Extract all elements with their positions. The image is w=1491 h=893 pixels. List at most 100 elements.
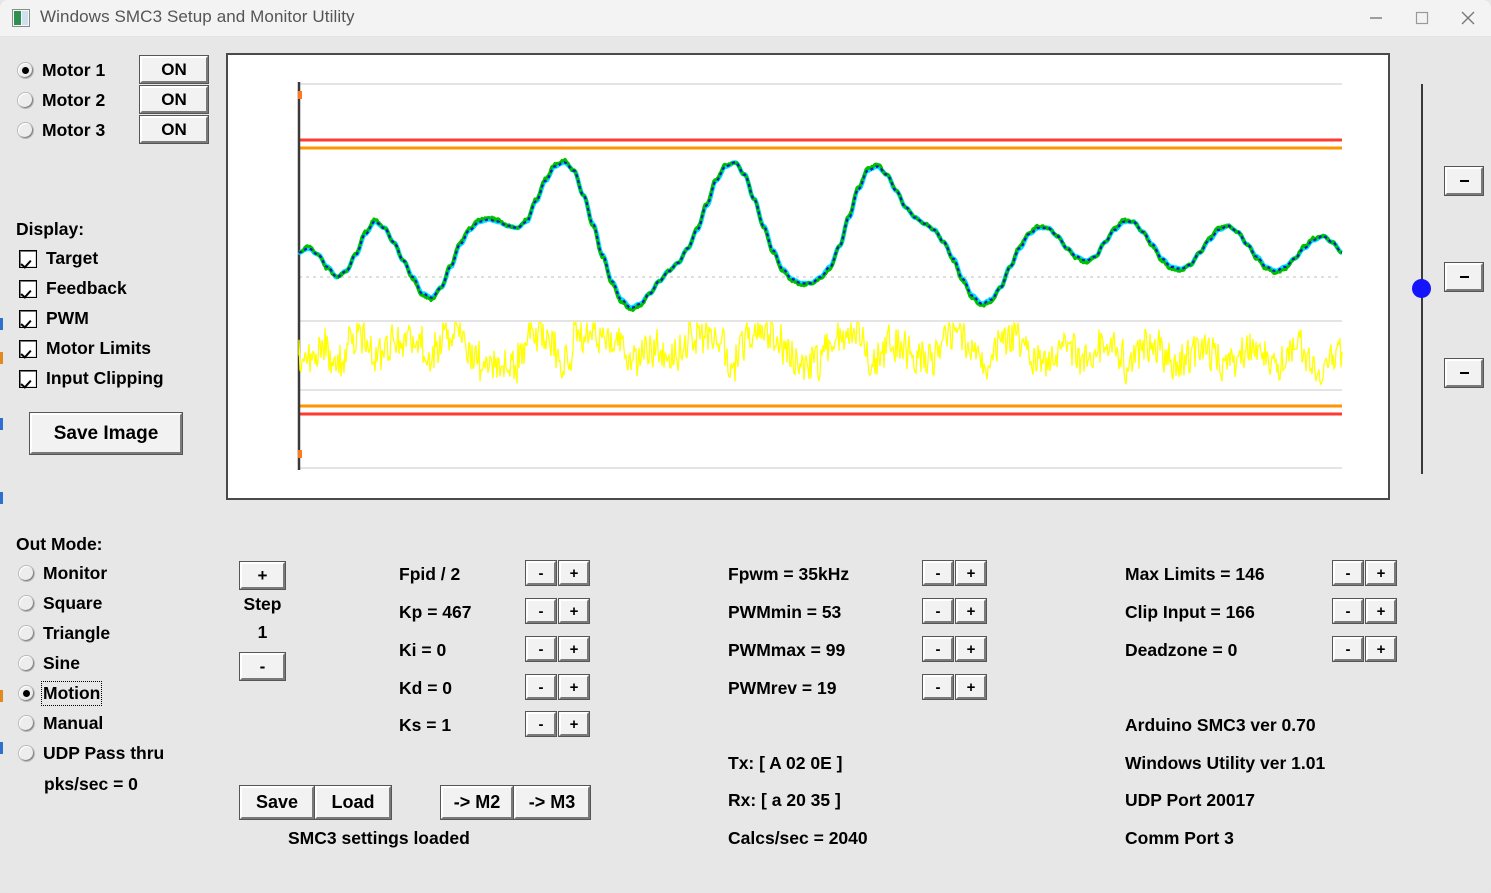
- motor1-on-button[interactable]: ON: [140, 56, 208, 83]
- limits-deadzone-minus-button[interactable]: -: [1333, 637, 1363, 661]
- out-mode-triangle[interactable]: Triangle: [19, 623, 110, 644]
- pid-fpid-plus-button[interactable]: +: [559, 561, 589, 585]
- pwm-pwmrev-plus-button[interactable]: +: [956, 675, 986, 699]
- load-button[interactable]: Load: [315, 786, 391, 819]
- limits-label-deadzone: Deadzone = 0: [1125, 640, 1237, 661]
- graph-plot: [228, 55, 1388, 498]
- motor-radio-1[interactable]: Motor 1: [18, 60, 105, 81]
- display-label-pwm: PWM: [46, 308, 89, 329]
- motor-radio-3[interactable]: Motor 3: [18, 120, 105, 141]
- pid-ki-minus-button[interactable]: -: [526, 637, 556, 661]
- app-icon: [12, 9, 30, 27]
- pid-kp-minus-button[interactable]: -: [526, 599, 556, 623]
- pid-label-fpid: Fpid / 2: [399, 564, 460, 585]
- out-mode-label-manual: Manual: [43, 713, 103, 734]
- edge-tick-blue-3: [0, 492, 3, 504]
- display-label-input-clipping: Input Clipping: [46, 368, 164, 389]
- limits-deadzone-plus-button[interactable]: +: [1366, 637, 1396, 661]
- pid-kd-plus-button[interactable]: +: [559, 675, 589, 699]
- out-mode-label-triangle: Triangle: [43, 623, 110, 644]
- pwm-fpwm-plus-button[interactable]: +: [956, 561, 986, 585]
- slider-minus-middle-button[interactable]: [1445, 263, 1483, 291]
- radio-icon: [19, 746, 34, 761]
- out-mode-udp-pass-thru[interactable]: UDP Pass thru: [19, 743, 164, 764]
- radio-icon: [19, 686, 34, 701]
- vertical-slider-thumb[interactable]: [1412, 279, 1431, 298]
- pid-label-kd: Kd = 0: [399, 678, 452, 699]
- pwm-pwmrev-minus-button[interactable]: -: [923, 675, 953, 699]
- minus-icon: [1460, 180, 1469, 182]
- checkbox-icon: [19, 340, 37, 358]
- out-mode-heading: Out Mode:: [16, 534, 103, 555]
- radio-icon: [19, 566, 34, 581]
- limits-max-minus-button[interactable]: -: [1333, 561, 1363, 585]
- pid-ki-plus-button[interactable]: +: [559, 637, 589, 661]
- motor-label-2: Motor 2: [42, 90, 105, 111]
- pwm-pwmmin-plus-button[interactable]: +: [956, 599, 986, 623]
- out-mode-motion[interactable]: Motion: [19, 683, 100, 704]
- motor-label-3: Motor 3: [42, 120, 105, 141]
- pwm-label-pwmmax: PWMmax = 99: [728, 640, 845, 661]
- limits-clip-minus-button[interactable]: -: [1333, 599, 1363, 623]
- out-mode-label-square: Square: [43, 593, 102, 614]
- radio-icon: [18, 123, 33, 138]
- pid-fpid-minus-button[interactable]: -: [526, 561, 556, 585]
- app-window: Windows SMC3 Setup and Monitor Utility M…: [0, 0, 1491, 893]
- pid-kd-minus-button[interactable]: -: [526, 675, 556, 699]
- settings-status-label: SMC3 settings loaded: [288, 828, 470, 849]
- pid-ks-plus-button[interactable]: +: [559, 712, 589, 736]
- pid-ks-minus-button[interactable]: -: [526, 712, 556, 736]
- pwm-label-pwmmin: PWMmin = 53: [728, 602, 841, 623]
- utility-version-label: Windows Utility ver 1.01: [1125, 753, 1325, 774]
- copy-to-m2-button[interactable]: -> M2: [441, 786, 513, 819]
- maximize-icon[interactable]: [1399, 0, 1445, 36]
- save-image-button[interactable]: Save Image: [30, 413, 182, 454]
- motor2-on-button[interactable]: ON: [140, 86, 208, 113]
- copy-to-m3-button[interactable]: -> M3: [514, 786, 590, 819]
- pwm-pwmmax-minus-button[interactable]: -: [923, 637, 953, 661]
- motor-radio-2[interactable]: Motor 2: [18, 90, 105, 111]
- display-check-feedback[interactable]: Feedback: [19, 278, 127, 299]
- display-check-input-clipping[interactable]: Input Clipping: [19, 368, 164, 389]
- out-mode-label-udp: UDP Pass thru: [43, 743, 164, 764]
- edge-tick-orange-2: [0, 690, 3, 702]
- step-plus-button[interactable]: +: [240, 562, 285, 589]
- slider-minus-bottom-button[interactable]: [1445, 359, 1483, 387]
- pwm-fpwm-minus-button[interactable]: -: [923, 561, 953, 585]
- out-mode-square[interactable]: Square: [19, 593, 102, 614]
- tx-label: Tx: [ A 02 0E ]: [728, 753, 842, 774]
- display-check-target[interactable]: Target: [19, 248, 98, 269]
- out-mode-label-motion: Motion: [43, 683, 100, 704]
- pwm-pwmmin-minus-button[interactable]: -: [923, 599, 953, 623]
- pid-kp-plus-button[interactable]: +: [559, 599, 589, 623]
- pwm-pwmmax-plus-button[interactable]: +: [956, 637, 986, 661]
- display-label-feedback: Feedback: [46, 278, 127, 299]
- step-minus-button[interactable]: -: [240, 653, 285, 680]
- close-icon[interactable]: [1445, 0, 1491, 36]
- display-check-motor-limits[interactable]: Motor Limits: [19, 338, 151, 359]
- motor-label-1: Motor 1: [42, 60, 105, 81]
- out-mode-monitor[interactable]: Monitor: [19, 563, 107, 584]
- calcs-per-sec-label: Calcs/sec = 2040: [728, 828, 868, 849]
- slider-minus-top-button[interactable]: [1445, 167, 1483, 195]
- limits-max-plus-button[interactable]: +: [1366, 561, 1396, 585]
- window-title: Windows SMC3 Setup and Monitor Utility: [40, 7, 355, 27]
- minimize-icon[interactable]: [1353, 0, 1399, 36]
- radio-icon: [18, 93, 33, 108]
- display-check-pwm[interactable]: PWM: [19, 308, 89, 329]
- graph-panel[interactable]: [226, 53, 1390, 500]
- save-button[interactable]: Save: [240, 786, 314, 819]
- limits-clip-plus-button[interactable]: +: [1366, 599, 1396, 623]
- edge-tick-orange-1: [0, 352, 3, 364]
- title-bar: Windows SMC3 Setup and Monitor Utility: [0, 0, 1491, 37]
- radio-icon: [19, 716, 34, 731]
- limits-label-clip: Clip Input = 166: [1125, 602, 1255, 623]
- pid-label-ki: Ki = 0: [399, 640, 446, 661]
- limits-label-max: Max Limits = 146: [1125, 564, 1265, 585]
- checkbox-icon: [19, 250, 37, 268]
- out-mode-sine[interactable]: Sine: [19, 653, 80, 674]
- radio-icon: [19, 656, 34, 671]
- radio-icon: [18, 63, 33, 78]
- motor3-on-button[interactable]: ON: [140, 116, 208, 143]
- out-mode-manual[interactable]: Manual: [19, 713, 103, 734]
